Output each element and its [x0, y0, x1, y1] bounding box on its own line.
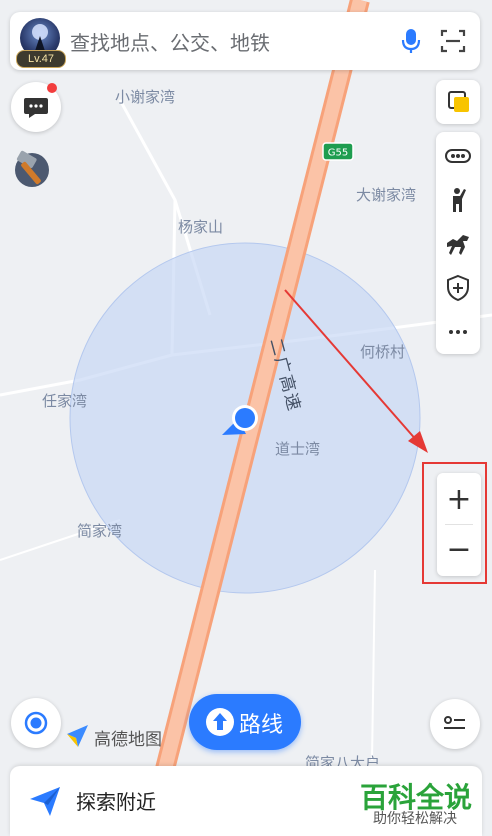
traffic-icon [445, 149, 471, 163]
highway-shield: G55 [322, 142, 354, 161]
brand-logo-text: 高德地图 [94, 730, 162, 750]
hailing-tool[interactable] [436, 178, 480, 222]
route-arrow-icon [206, 708, 234, 736]
place-label: 大谢家湾 [356, 186, 416, 204]
place-label: 任家湾 [42, 392, 87, 410]
safety-tool[interactable] [436, 266, 480, 310]
place-label: 简家湾 [77, 522, 122, 540]
search-input[interactable]: 查找地点、公交、地铁 [70, 27, 270, 56]
shield-icon [447, 274, 469, 302]
microphone-icon[interactable] [396, 26, 426, 56]
message-button[interactable] [11, 82, 61, 132]
route-label: 路线 [239, 713, 284, 738]
place-label: 小谢家湾 [115, 88, 175, 106]
notification-dot [47, 83, 57, 93]
road [371, 569, 376, 761]
search-bar[interactable]: Lv.47 查找地点、公交、地铁 [10, 12, 480, 70]
list-button[interactable] [430, 699, 480, 749]
more-icon [449, 330, 467, 334]
map-tools-panel [436, 132, 480, 354]
place-label: 道士湾 [275, 440, 320, 458]
more-tool[interactable] [436, 310, 480, 354]
locate-button[interactable] [11, 698, 61, 748]
layer-button[interactable] [436, 80, 480, 124]
route-button[interactable]: 路线 [189, 694, 301, 750]
svg-text:G55: G55 [328, 148, 348, 159]
amap-logo-icon [67, 725, 88, 747]
hammer-icon[interactable] [10, 146, 54, 190]
scan-icon[interactable] [438, 26, 468, 56]
person-waving-icon [453, 188, 466, 212]
traffic-tool[interactable] [436, 134, 480, 178]
place-label: 杨家山 [178, 218, 223, 236]
level-badge: Lv.47 [16, 50, 66, 68]
layers-icon [448, 91, 469, 112]
horse-tool[interactable] [436, 222, 480, 266]
paper-plane-icon [30, 787, 60, 816]
list-icon [444, 716, 465, 729]
locate-icon [24, 711, 48, 735]
watermark-subtitle: 助你轻松解决 [373, 811, 457, 827]
explore-nearby-label: 探索附近 [76, 790, 156, 814]
place-label: 何桥村 [360, 343, 405, 361]
brand-logo: 高德地图 [64, 722, 162, 750]
annotation-highlight-box [422, 462, 487, 584]
horse-icon [447, 235, 469, 255]
